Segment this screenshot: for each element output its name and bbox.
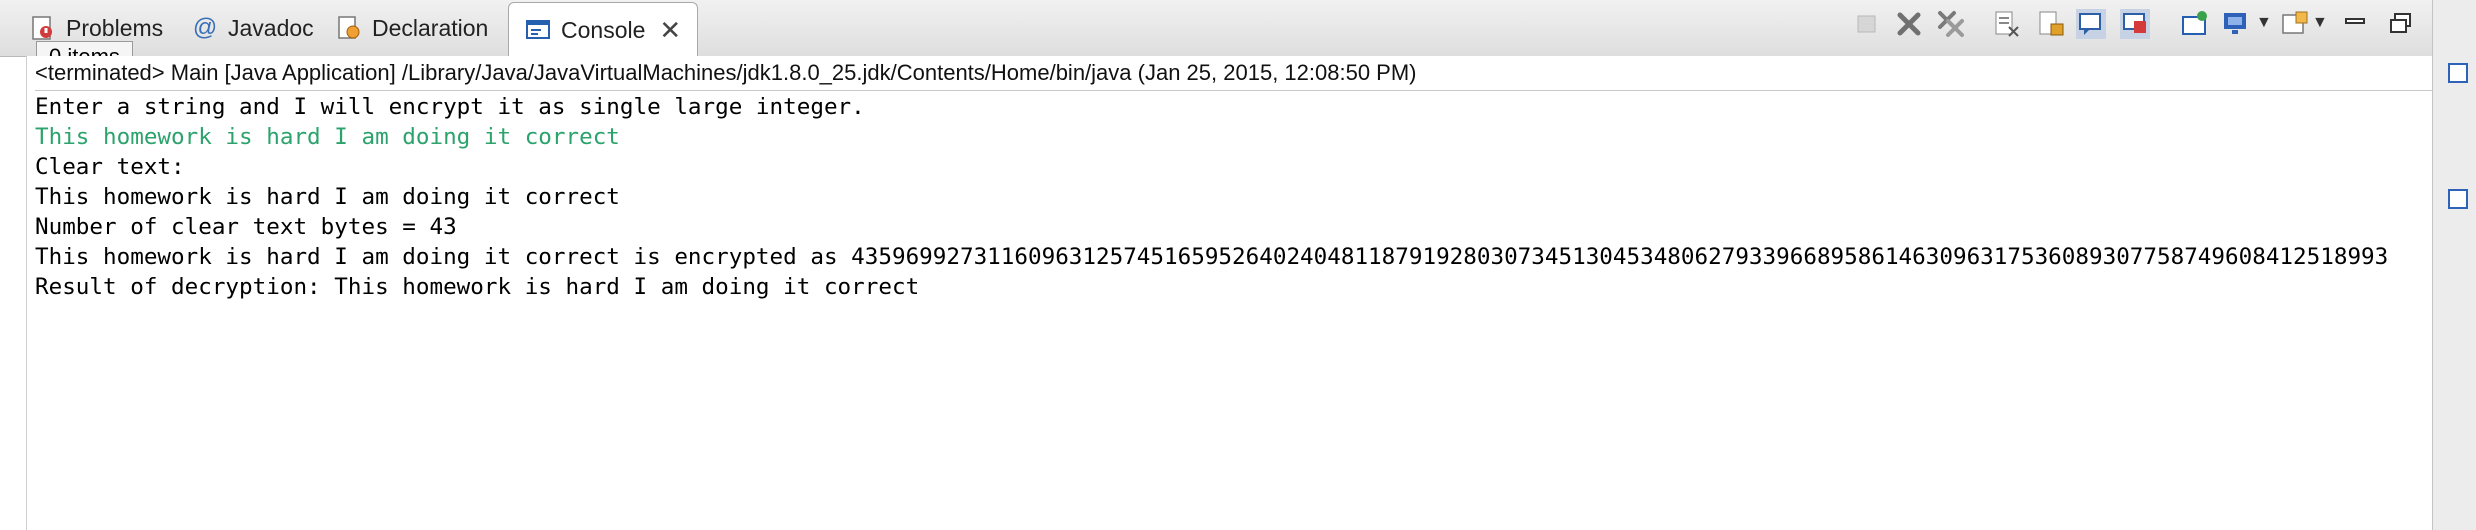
process-label: <terminated> Main [Java Application] /Li… [35,60,1417,85]
task-icon[interactable] [2447,188,2469,210]
display-console-icon[interactable] [2222,9,2252,39]
tab-declaration[interactable]: Declaration [336,6,488,50]
show-on-stderr-icon[interactable] [2120,9,2150,39]
tab-javadoc[interactable]: @ Javadoc [192,6,314,50]
remove-all-terminated-icon[interactable] [1936,9,1966,39]
view-tab-bar: Problems @ Javadoc Declaration Console ✕ [0,0,2445,57]
tab-label: Declaration [372,14,489,41]
scroll-lock-icon[interactable] [2036,9,2066,39]
console-line: Clear text: [35,154,185,180]
at-icon: @ [192,14,218,41]
minimize-icon[interactable] [2340,9,2370,39]
console-icon [526,20,550,39]
divider [35,90,2433,91]
tab-label: Console [561,16,646,43]
tab-console[interactable]: Console ✕ [508,2,699,57]
trim-stack [2432,0,2476,530]
console-line: This homework is hard I am doing it corr… [35,244,2389,270]
remove-launch-icon[interactable] [1894,9,1924,39]
clear-console-icon[interactable] [1992,9,2022,39]
close-icon[interactable]: ✕ [659,15,681,46]
tab-label: Problems [66,14,164,41]
maximize-icon[interactable] [2386,9,2416,39]
show-on-stdout-icon[interactable] [2076,9,2106,39]
tab-label: Javadoc [228,14,314,41]
outline-icon[interactable] [2447,62,2469,84]
console-input-line: This homework is hard I am doing it corr… [35,124,620,150]
console-line: Result of decryption: This homework is h… [35,274,920,300]
console-line: Number of clear text bytes = 43 [35,214,457,240]
pin-console-icon[interactable] [2180,9,2210,39]
terminate-icon[interactable] [1852,9,1882,39]
console-output[interactable]: Enter a string and I will encrypt it as … [35,92,2388,302]
problems-icon [32,16,52,40]
console-line: This homework is hard I am doing it corr… [35,184,620,210]
chevron-down-icon[interactable]: ▼ [2312,14,2342,44]
console-line: Enter a string and I will encrypt it as … [35,94,865,120]
open-console-icon[interactable] [2280,9,2310,39]
console-view[interactable]: <terminated> Main [Java Application] /Li… [26,56,2433,530]
declaration-icon [338,16,360,39]
